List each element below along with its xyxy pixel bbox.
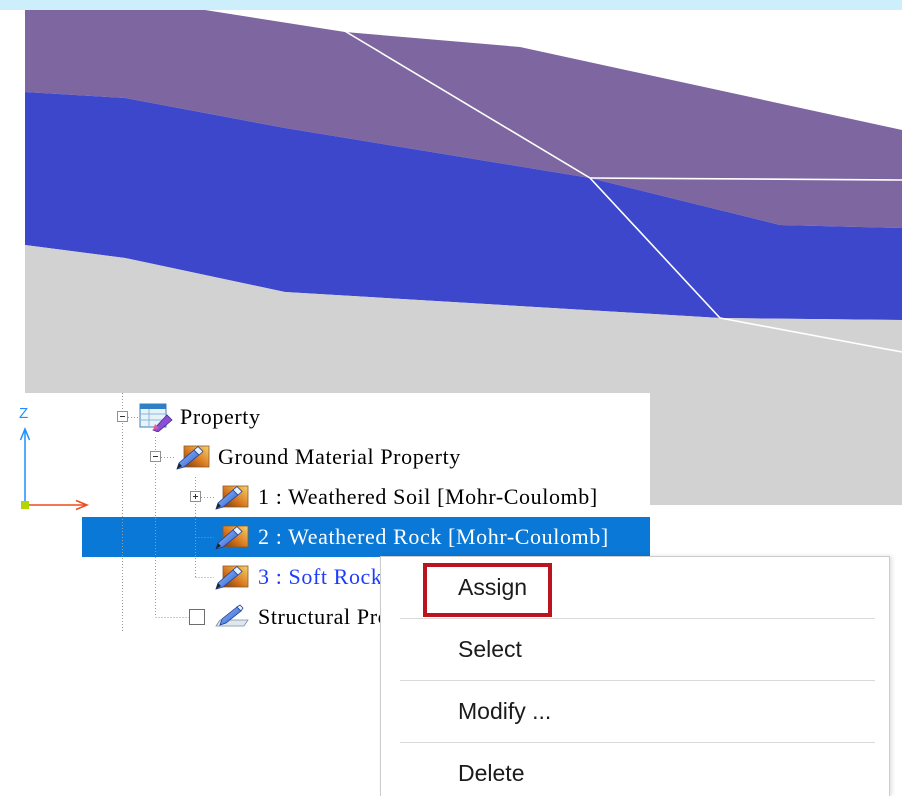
z-axis-label: Z xyxy=(19,405,28,422)
tree-item-label: 1 : Weathered Soil [Mohr-Coulomb] xyxy=(258,484,598,509)
tree-item-property[interactable]: Property xyxy=(82,397,650,437)
tree-item-label: Property xyxy=(180,404,261,429)
origin-marker xyxy=(21,501,29,509)
z-axis-arrow xyxy=(19,427,31,505)
tree-item-label: 2 : Weathered Rock [Mohr-Coulomb] xyxy=(258,524,609,549)
menu-item-delete[interactable]: Delete xyxy=(381,743,889,796)
property-icon xyxy=(139,403,173,432)
material-icon xyxy=(215,565,249,590)
menu-item-modify[interactable]: Modify ... xyxy=(381,681,889,742)
collapse-toggle-icon[interactable] xyxy=(117,411,128,422)
tree-item-label: Ground Material Property xyxy=(218,444,461,469)
tree-item-material-2[interactable]: 2 : Weathered Rock [Mohr-Coulomb] xyxy=(82,517,650,557)
assign-highlight-box xyxy=(423,563,552,617)
tree-item-ground-material-property[interactable]: Ground Material Property xyxy=(82,437,650,477)
axis-triad: Z xyxy=(19,405,89,511)
ground-material-icon xyxy=(176,445,210,470)
visibility-checkbox[interactable] xyxy=(189,609,205,625)
context-menu: Assign Select Modify ... Delete xyxy=(380,556,890,796)
menu-item-select[interactable]: Select xyxy=(381,619,889,680)
material-icon xyxy=(215,525,249,550)
material-icon xyxy=(215,485,249,510)
tree-item-label: Structural Pro xyxy=(258,604,390,629)
expand-toggle-icon[interactable] xyxy=(190,491,201,502)
top-frame-strip xyxy=(0,0,902,10)
tree-item-label: 3 : Soft Rock xyxy=(258,564,383,589)
x-axis-arrow xyxy=(25,499,89,511)
tree-item-material-1[interactable]: 1 : Weathered Soil [Mohr-Coulomb] xyxy=(82,477,650,517)
collapse-toggle-icon[interactable] xyxy=(150,451,161,462)
structural-property-icon xyxy=(215,604,249,627)
